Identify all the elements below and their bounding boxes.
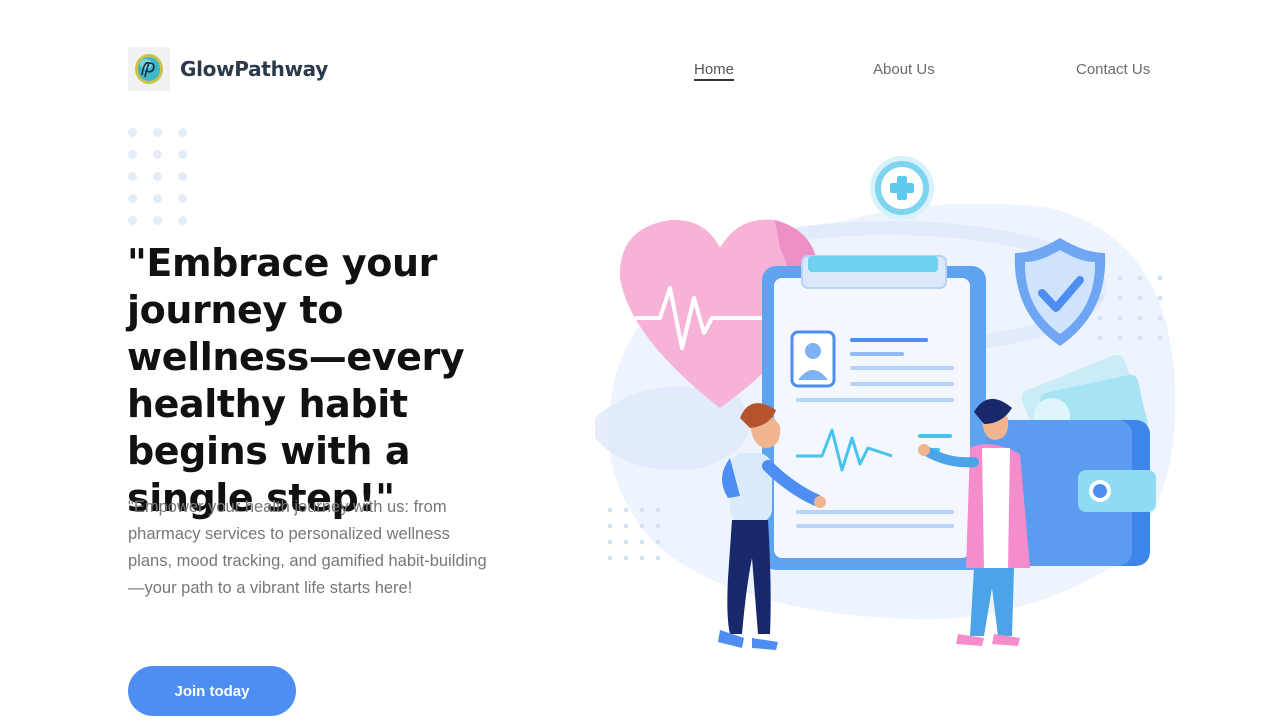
medical-cross-icon [870, 156, 934, 220]
nav-contact-link[interactable]: Contact Us [1076, 61, 1150, 78]
nav-home-link[interactable]: Home [694, 61, 734, 78]
hero-headline: "Embrace your journey to wellness—every … [127, 241, 465, 520]
hero-subtext: "Empower your health journey with us: fr… [128, 498, 487, 597]
nav-about-link[interactable]: About Us [873, 61, 935, 78]
decorative-dot-grid [128, 128, 187, 225]
join-today-button[interactable]: Join today [128, 666, 296, 716]
brand-logo[interactable] [128, 47, 170, 91]
clipboard-icon [762, 255, 986, 570]
logo-emblem-icon [135, 54, 163, 84]
brand-name[interactable]: GlowPathway [180, 57, 328, 81]
site-header: GlowPathway Home About Us Contact Us [0, 0, 1280, 130]
hero-illustration [590, 148, 1190, 663]
